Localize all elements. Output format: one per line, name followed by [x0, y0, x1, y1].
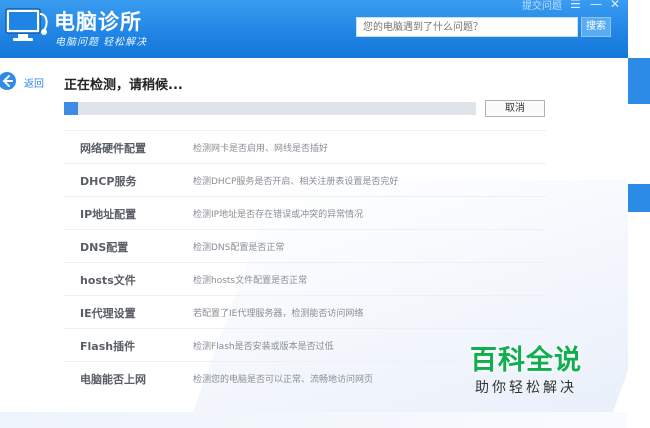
check-description: 检测您的电脑是否可以正常、流畅地访问网页: [193, 375, 374, 385]
check-description: 检测Flash是否安装或版本是否过低: [193, 342, 334, 352]
check-name: 网络硬件配置: [80, 142, 146, 155]
menu-icon[interactable]: ☰: [570, 0, 581, 11]
check-row: DHCP服务 检测DHCP服务是否开启、相关注册表设置是否完好: [64, 163, 546, 196]
check-name: hosts文件: [80, 274, 136, 287]
app-subtitle: 电脑问题 轻松解决: [55, 37, 148, 48]
minimize-icon[interactable]: —: [590, 0, 602, 11]
search-input[interactable]: [356, 17, 578, 37]
check-description: 检测DNS配置是否正常: [193, 243, 285, 253]
check-row: hosts文件 检测hosts文件配置是否正常: [64, 262, 546, 295]
check-name: 电脑能否上网: [80, 373, 146, 386]
check-name: DNS配置: [80, 241, 129, 254]
check-description: 检测DHCP服务是否开启、相关注册表设置是否完好: [193, 177, 399, 187]
check-name: Flash插件: [80, 340, 136, 353]
progress-bar: [64, 102, 476, 115]
monitor-stethoscope-icon: [4, 6, 48, 46]
cancel-button[interactable]: 取消: [485, 100, 545, 117]
background-window-tab: [628, 184, 650, 212]
check-description: 若配置了IE代理服务器，检测能否访问网络: [193, 309, 364, 319]
check-row: DNS配置 检测DNS配置是否正常: [64, 229, 546, 262]
app-title: 电脑诊所: [54, 10, 142, 34]
check-description: 检测IP地址是否存在错误或冲突的异常情况: [193, 210, 364, 220]
check-name: IP地址配置: [80, 208, 137, 221]
check-row: IE代理设置 若配置了IE代理服务器，检测能否访问网络: [64, 295, 546, 328]
check-name: DHCP服务: [80, 175, 137, 188]
title-bar: 电脑诊所 电脑问题 轻松解决 提交问题 ☰ — ✕ 搜索: [0, 0, 628, 58]
submit-question-link[interactable]: 提交问题: [522, 0, 562, 12]
check-name: IE代理设置: [80, 307, 136, 320]
check-row: 网络硬件配置 检测网卡是否启用、网线是否插好: [64, 130, 546, 163]
search-button[interactable]: 搜索: [581, 17, 611, 37]
bottom-strip: [0, 412, 628, 428]
check-description: 检测网卡是否启用、网线是否插好: [193, 144, 329, 154]
status-title: 正在检测，请稍候...: [64, 78, 183, 93]
back-label: 返回: [24, 79, 44, 90]
watermark-title: 百科全说: [470, 345, 582, 376]
close-icon[interactable]: ✕: [610, 0, 620, 11]
back-arrow-icon: [0, 72, 16, 90]
watermark: 百科全说 助你轻松解决: [470, 338, 582, 397]
progress-fill: [64, 102, 79, 115]
background-window-header: [628, 58, 650, 104]
check-description: 检测hosts文件配置是否正常: [193, 276, 308, 286]
watermark-subtitle: 助你轻松解决: [475, 380, 577, 396]
check-row: IP地址配置 检测IP地址是否存在错误或冲突的异常情况: [64, 196, 546, 229]
